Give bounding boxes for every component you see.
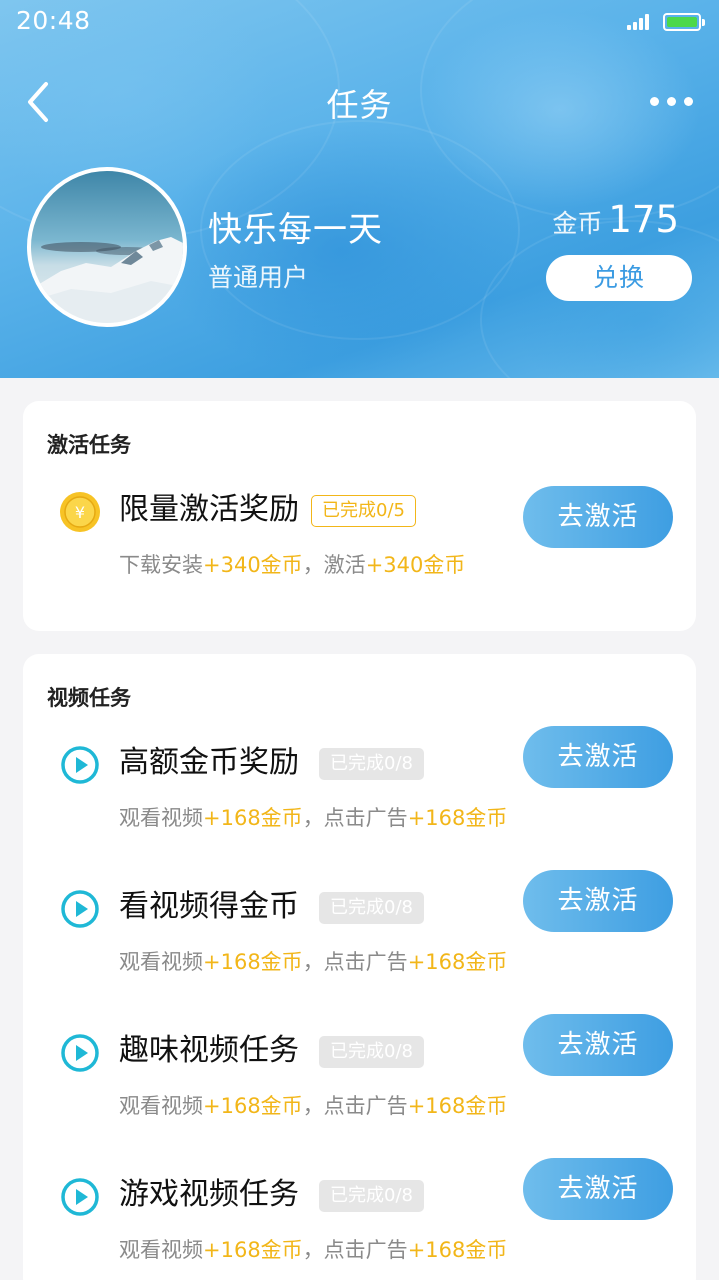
desc-text: ，点击广告	[302, 806, 408, 830]
activate-button[interactable]: 去激活	[523, 486, 673, 548]
desc-text: ，点击广告	[302, 1238, 408, 1262]
task-item: ¥ 限量激活奖励 已完成0/5 下载安装+340金币，激活+340金币 去激活	[23, 486, 696, 599]
task-item: 趣味视频任务 已完成0/8 观看视频+168金币，点击广告+168金币 去激活	[23, 1014, 696, 1140]
play-circle-icon	[61, 890, 99, 928]
more-button[interactable]	[644, 88, 694, 114]
task-name: 限量激活奖励	[119, 492, 299, 527]
desc-text: 观看视频	[119, 1094, 203, 1118]
activate-button[interactable]: 去激活	[523, 726, 673, 788]
task-item: 看视频得金币 已完成0/8 观看视频+168金币，点击广告+168金币 去激活	[23, 870, 696, 996]
profile-header: 20:48 任务 快乐每一天 普通用户 金币 175 兑换	[0, 0, 719, 378]
section-title: 视频任务	[47, 686, 131, 710]
desc-text: 观看视频	[119, 806, 203, 830]
task-name: 趣味视频任务	[119, 1033, 299, 1068]
video-task-card: 视频任务 高额金币奖励 已完成0/8 观看视频+168金币，点击广告+168金币…	[23, 654, 696, 1280]
progress-badge: 已完成0/5	[311, 495, 416, 527]
desc-text: 下载安装	[119, 553, 203, 577]
reward-amount: +168金币	[407, 806, 508, 830]
task-reward-desc: 观看视频+168金币，点击广告+168金币	[119, 1234, 507, 1264]
signal-icon	[627, 14, 651, 30]
activate-button[interactable]: 去激活	[523, 1158, 673, 1220]
yuan-coin-icon: ¥	[60, 492, 100, 532]
progress-badge: 已完成0/8	[319, 1180, 424, 1212]
play-circle-icon	[61, 746, 99, 784]
progress-badge: 已完成0/8	[319, 748, 424, 780]
play-circle-icon	[61, 1178, 99, 1216]
reward-amount: +168金币	[407, 1238, 508, 1262]
avatar[interactable]	[27, 167, 187, 327]
coin-label: 金币	[552, 209, 603, 238]
task-name: 高额金币奖励	[119, 745, 299, 780]
status-bar: 20:48	[0, 0, 719, 44]
exchange-button[interactable]: 兑换	[546, 255, 692, 301]
task-item: 高额金币奖励 已完成0/8 观看视频+168金币，点击广告+168金币 去激活	[23, 726, 696, 852]
reward-amount: +340金币	[203, 553, 303, 577]
task-reward-desc: 观看视频+168金币，点击广告+168金币	[119, 946, 507, 976]
coin-value: 175	[608, 198, 679, 241]
desc-text: ，激活	[302, 553, 366, 577]
reward-amount: +168金币	[203, 1094, 303, 1118]
task-reward-desc: 观看视频+168金币，点击广告+168金币	[119, 1090, 507, 1120]
username: 快乐每一天	[208, 210, 383, 250]
reward-amount: +168金币	[203, 1238, 303, 1262]
reward-amount: +340金币	[365, 553, 466, 577]
activation-task-card: 激活任务 ¥ 限量激活奖励 已完成0/5 下载安装+340金币，激活+340金币…	[23, 401, 696, 631]
task-name: 看视频得金币	[119, 889, 299, 924]
activate-button[interactable]: 去激活	[523, 870, 673, 932]
desc-text: 观看视频	[119, 1238, 203, 1262]
activate-button[interactable]: 去激活	[523, 1014, 673, 1076]
more-dots-icon	[650, 97, 659, 106]
user-type: 普通用户	[208, 263, 309, 292]
desc-text: 观看视频	[119, 950, 203, 974]
play-circle-icon	[61, 1034, 99, 1072]
status-time: 20:48	[16, 6, 91, 35]
progress-badge: 已完成0/8	[319, 892, 424, 924]
page-title: 任务	[326, 86, 393, 124]
svg-text:¥: ¥	[75, 503, 85, 522]
task-name: 游戏视频任务	[119, 1177, 299, 1212]
reward-amount: +168金币	[203, 950, 303, 974]
battery-icon	[663, 13, 705, 31]
reward-amount: +168金币	[203, 806, 303, 830]
battery-level	[667, 17, 697, 27]
task-reward-desc: 下载安装+340金币，激活+340金币	[119, 549, 465, 579]
section-title: 激活任务	[47, 433, 131, 457]
task-item: 游戏视频任务 已完成0/8 观看视频+168金币，点击广告+168金币 去激活	[23, 1158, 696, 1280]
progress-badge: 已完成0/8	[319, 1036, 424, 1068]
task-reward-desc: 观看视频+168金币，点击广告+168金币	[119, 802, 507, 832]
desc-text: ，点击广告	[302, 1094, 408, 1118]
coin-balance: 金币 175	[552, 198, 679, 241]
reward-amount: +168金币	[407, 950, 508, 974]
reward-amount: +168金币	[407, 1094, 508, 1118]
mountain-photo	[31, 237, 183, 323]
desc-text: ，点击广告	[302, 950, 408, 974]
